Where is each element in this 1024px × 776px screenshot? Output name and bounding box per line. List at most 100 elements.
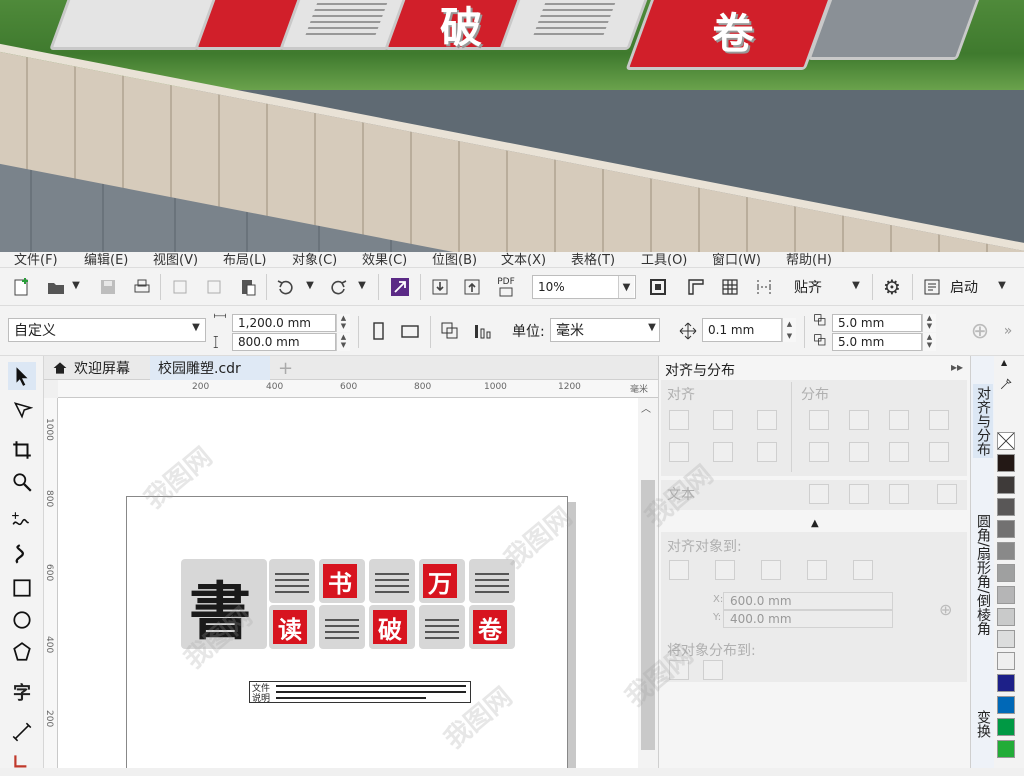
point-target-icon[interactable]: ⊕: [939, 600, 952, 619]
palette-scroll-up-icon[interactable]: ▲: [1001, 358, 1007, 367]
vertical-ruler[interactable]: 1000 800 600 400 200: [44, 398, 58, 768]
show-grid-icon[interactable]: [716, 273, 744, 301]
side-tab-align-distribute[interactable]: 对齐与分布: [973, 384, 993, 458]
menu-tools[interactable]: 工具(O): [641, 252, 687, 267]
color-swatch[interactable]: [997, 674, 1015, 692]
full-screen-preview-icon[interactable]: [644, 273, 672, 301]
menu-view[interactable]: 视图(V): [153, 252, 198, 267]
color-swatch[interactable]: [997, 476, 1015, 494]
page-preset-dropdown-icon[interactable]: ▼: [188, 322, 204, 333]
unit-dropdown-icon[interactable]: ▼: [644, 322, 660, 333]
text-first-baseline-icon[interactable]: [809, 484, 829, 504]
align-bottom-icon[interactable]: [757, 442, 777, 462]
color-swatch[interactable]: [997, 564, 1015, 582]
page-preset-select[interactable]: 自定义: [8, 318, 206, 342]
nudge-spinner[interactable]: ▲ ▼: [782, 318, 796, 342]
menu-layout[interactable]: 布局(L): [223, 252, 266, 267]
canvas-vertical-scrollbar[interactable]: ︿: [638, 398, 658, 768]
pick-tool-icon[interactable]: [8, 362, 36, 390]
duplicate-x-spinner[interactable]: ▲ ▼: [922, 314, 936, 332]
menu-window[interactable]: 窗口(W): [712, 252, 761, 267]
paste-icon[interactable]: [234, 273, 262, 301]
char-tile[interactable]: 读: [269, 605, 315, 649]
launch-label[interactable]: 启动: [950, 277, 978, 297]
text-outline-icon[interactable]: [937, 484, 957, 504]
distribute-left-icon[interactable]: [809, 410, 829, 430]
duplicate-x-field[interactable]: 5.0 mm: [832, 314, 922, 332]
align-left-icon[interactable]: [669, 410, 689, 430]
show-rulers-icon[interactable]: [682, 273, 710, 301]
distribute-center-h-icon[interactable]: [849, 410, 869, 430]
duplicate-y-field[interactable]: 5.0 mm: [832, 333, 922, 351]
distribute-top-icon[interactable]: [809, 442, 829, 462]
import-icon[interactable]: [166, 273, 194, 301]
distribute-spacing-h-icon[interactable]: [889, 410, 909, 430]
crop-tool-icon[interactable]: [8, 436, 36, 464]
align-center-v-icon[interactable]: [713, 442, 733, 462]
docker-expand-icon[interactable]: ▸▸: [951, 360, 963, 374]
artistic-media-tool-icon[interactable]: [8, 540, 36, 568]
text-tile[interactable]: [469, 559, 515, 603]
text-tile[interactable]: [369, 559, 415, 603]
tab-document[interactable]: 校园雕塑.cdr: [150, 356, 270, 380]
menu-bitmap[interactable]: 位图(B): [432, 252, 477, 267]
scrollbar-thumb[interactable]: [641, 480, 655, 750]
menu-effects[interactable]: 效果(C): [362, 252, 407, 267]
undo-dropdown-icon[interactable]: ▼: [302, 280, 318, 291]
import-file-icon[interactable]: [426, 273, 454, 301]
align-to-page-edge-icon[interactable]: [715, 560, 735, 580]
side-tab-transform[interactable]: 变换: [973, 710, 993, 738]
landscape-icon[interactable]: [396, 317, 424, 345]
color-swatch[interactable]: [997, 696, 1015, 714]
print-icon[interactable]: [128, 273, 156, 301]
duplicate-y-spinner[interactable]: ▲ ▼: [922, 333, 936, 351]
nudge-distance-field[interactable]: 0.1 mm: [702, 318, 782, 342]
distribute-center-v-icon[interactable]: [849, 442, 869, 462]
show-guidelines-icon[interactable]: [750, 273, 778, 301]
new-tab-button[interactable]: +: [270, 356, 301, 380]
horizontal-ruler[interactable]: 200 400 600 800 1000 1200 毫米: [58, 380, 658, 398]
page-width-field[interactable]: 1,200.0 mm: [232, 314, 336, 332]
char-tile[interactable]: 书: [319, 559, 365, 603]
launch-icon[interactable]: [918, 273, 946, 301]
toolbar-overflow-icon[interactable]: »: [994, 317, 1022, 345]
polygon-tool-icon[interactable]: [8, 638, 36, 666]
portrait-icon[interactable]: [364, 317, 392, 345]
page-height-spinner[interactable]: ▲ ▼: [336, 333, 350, 351]
align-right-icon[interactable]: [757, 410, 777, 430]
text-tile[interactable]: [419, 605, 465, 649]
align-to-point-icon[interactable]: [853, 560, 873, 580]
options-gear-icon[interactable]: ⚙: [878, 273, 906, 301]
connector-tool-icon[interactable]: [8, 748, 36, 776]
color-swatch[interactable]: [997, 630, 1015, 648]
undo-icon[interactable]: [272, 273, 300, 301]
calligraphy-tile[interactable]: 書: [181, 559, 267, 649]
open-folder-icon[interactable]: [42, 273, 70, 301]
align-point-y-field[interactable]: 400.0 mm: [723, 610, 893, 628]
page-height-field[interactable]: 800.0 mm: [232, 333, 336, 351]
menu-help[interactable]: 帮助(H): [786, 252, 832, 267]
launch-dropdown-icon[interactable]: ▼: [994, 280, 1010, 291]
color-swatch[interactable]: [997, 498, 1015, 516]
color-swatch[interactable]: [997, 454, 1015, 472]
align-top-icon[interactable]: [669, 442, 689, 462]
export-icon[interactable]: [200, 273, 228, 301]
export-file-icon[interactable]: [458, 273, 486, 301]
ellipse-tool-icon[interactable]: [8, 606, 36, 634]
char-tile[interactable]: 卷: [469, 605, 515, 649]
corel-connect-icon[interactable]: [386, 273, 414, 301]
rectangle-tool-icon[interactable]: [8, 574, 36, 602]
menu-object[interactable]: 对象(C): [292, 252, 337, 267]
char-tile[interactable]: 万: [419, 559, 465, 603]
text-tile[interactable]: [269, 559, 315, 603]
char-tile[interactable]: 破: [369, 605, 415, 649]
distribute-bottom-icon[interactable]: [929, 442, 949, 462]
snap-dropdown-icon[interactable]: ▼: [848, 280, 864, 291]
eyedropper-icon[interactable]: [998, 376, 1014, 392]
distribute-to-page-icon[interactable]: [703, 660, 723, 680]
new-document-icon[interactable]: [8, 273, 36, 301]
distribute-right-icon[interactable]: [929, 410, 949, 430]
align-center-h-icon[interactable]: [713, 410, 733, 430]
color-swatch[interactable]: [997, 740, 1015, 758]
page-width-spinner[interactable]: ▲ ▼: [336, 314, 350, 332]
